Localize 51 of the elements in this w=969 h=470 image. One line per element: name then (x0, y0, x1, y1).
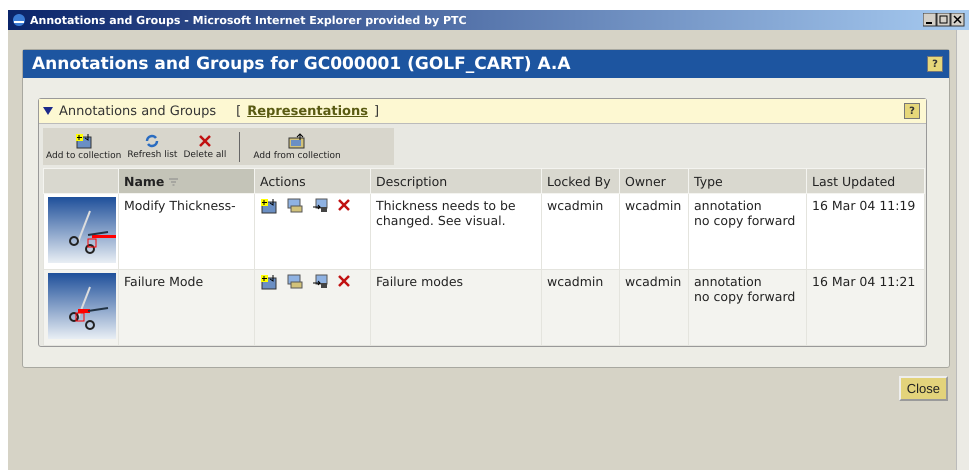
table-cell-text: 16 Mar 04 11:21 (812, 274, 916, 289)
table-cell-text: wcadmin (547, 274, 604, 289)
collapse-icon[interactable] (43, 107, 53, 116)
close-button[interactable]: Close (898, 376, 948, 401)
bracket-text: ] (374, 104, 380, 119)
table-cell-text: wcadmin (625, 198, 682, 213)
table-cell-text: wcadmin (625, 274, 682, 289)
help-button[interactable]: ? (904, 103, 920, 120)
column-header[interactable]: Description (370, 168, 542, 194)
add-image-icon (260, 274, 278, 290)
window-title: Annotations and Groups - Microsoft Internet Explorer provided by PTC (30, 14, 468, 26)
window-controls-icon[interactable] (923, 13, 965, 27)
scrollbar[interactable] (956, 30, 969, 470)
column-header[interactable]: Name (118, 168, 254, 194)
toolbar-button[interactable]: Add from collection (250, 132, 344, 161)
toolbar-button[interactable]: Refresh list (124, 134, 180, 160)
replace-image-icon[interactable] (312, 274, 328, 289)
browser-icon (12, 13, 26, 27)
table-cell-text: 16 Mar 04 11:19 (812, 198, 916, 213)
table-cell-text: Failure Mode (124, 274, 204, 289)
toolbar-button[interactable]: Add to collection (43, 132, 124, 161)
delete-icon (337, 274, 351, 288)
help-button[interactable]: ? (927, 56, 943, 72)
column-header[interactable]: Type (688, 168, 806, 194)
column-header[interactable]: Actions (254, 168, 370, 194)
add-image-icon (260, 198, 278, 214)
table-cell-text: annotation (694, 274, 763, 289)
toolbar-button[interactable]: Delete all (180, 134, 230, 160)
delete-icon (198, 134, 212, 148)
table-cell-text: Modify Thickness- (124, 198, 237, 213)
sort-icon (169, 178, 180, 186)
column-header[interactable]: Last Updated (806, 168, 924, 194)
table-cell-text: Failure modes (376, 274, 464, 289)
column-header[interactable]: Locked By (542, 168, 620, 194)
table-cell-text: wcadmin (547, 198, 604, 213)
refresh-icon (144, 134, 160, 148)
table-cell-text: no copy forward (694, 289, 796, 304)
delete-icon (337, 198, 351, 212)
representations-link[interactable]: Representations (247, 104, 368, 119)
section-title: Annotations and Groups (59, 104, 216, 119)
table-cell-text: no copy forward (694, 213, 796, 228)
bracket-text: [ (236, 104, 242, 119)
page-title: Annotations and Groups for GC000001 (GOLF_CART) A.A (32, 54, 572, 74)
edit-image-icon[interactable] (287, 198, 303, 213)
edit-image-icon[interactable] (287, 274, 303, 289)
add-image-icon (74, 132, 93, 149)
table-cell-text: Thickness needs to be changed. See visual. (376, 198, 517, 228)
add-from-icon (288, 132, 306, 149)
table-cell-text: annotation (694, 198, 763, 213)
column-header[interactable]: Owner (620, 168, 688, 194)
replace-image-icon[interactable] (312, 198, 328, 213)
